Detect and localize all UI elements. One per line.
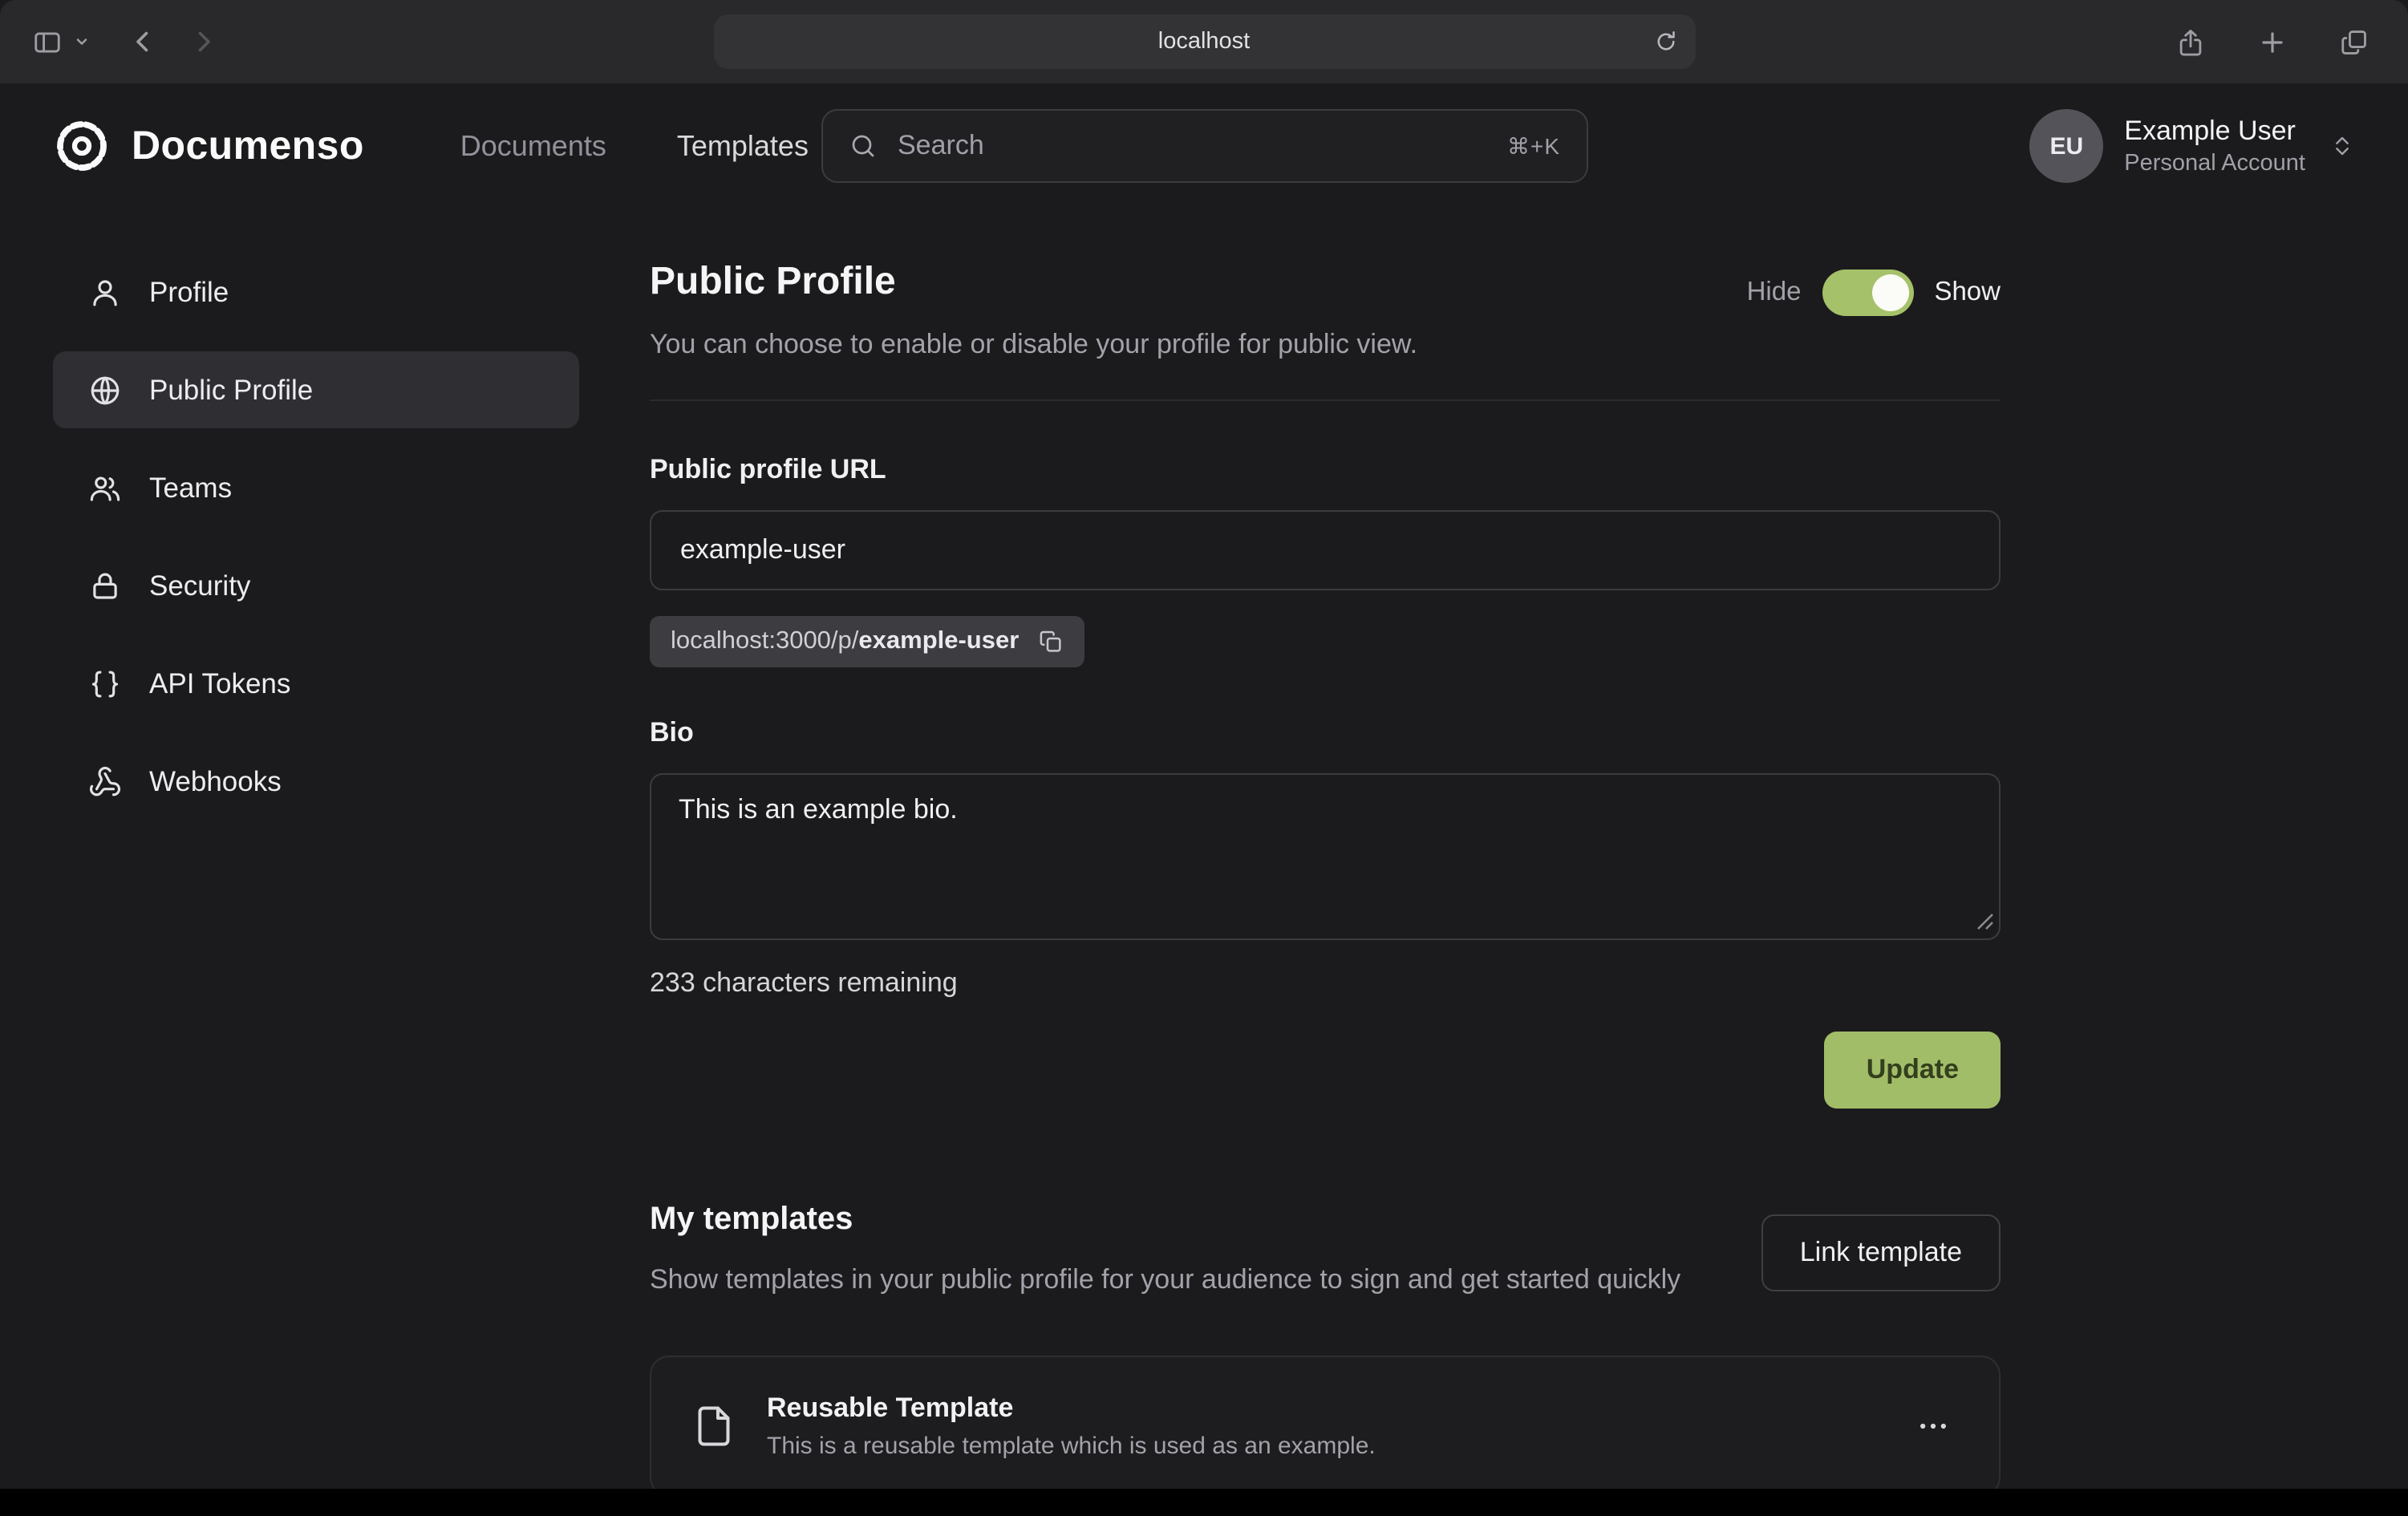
- toggle-knob: [1871, 274, 1908, 311]
- profile-url-preview: localhost:3000/p/example-user: [650, 616, 1084, 667]
- section-divider: [650, 399, 2001, 401]
- window-bottom-edge: [0, 1489, 2408, 1516]
- browser-window: localhost Documenso Do: [0, 0, 2408, 1516]
- share-icon[interactable]: [2166, 17, 2215, 67]
- resize-handle-icon[interactable]: [1976, 913, 1994, 930]
- nav-documents[interactable]: Documents: [460, 129, 606, 163]
- sidebar-item-public-profile[interactable]: Public Profile: [53, 351, 579, 428]
- template-name: Reusable Template: [767, 1393, 1376, 1425]
- app-header: Documenso Documents Templates ⌘+K EU Exa…: [0, 83, 2408, 209]
- nav-templates[interactable]: Templates: [677, 129, 809, 163]
- search-shortcut: ⌘+K: [1507, 132, 1560, 160]
- search-input[interactable]: [898, 130, 1486, 162]
- address-bar[interactable]: localhost: [713, 14, 1695, 69]
- avatar: EU: [2029, 109, 2103, 183]
- my-templates-description: Show templates in your public profile fo…: [650, 1259, 1680, 1302]
- my-templates-title: My templates: [650, 1202, 1680, 1238]
- profile-url-input[interactable]: [650, 510, 2001, 590]
- template-card: Reusable Template This is a reusable tem…: [650, 1356, 2001, 1489]
- globe-icon: [88, 373, 122, 407]
- ellipsis-icon[interactable]: [1906, 1400, 1960, 1454]
- search-icon: [848, 132, 877, 160]
- file-icon: [690, 1403, 738, 1451]
- profile-visibility-toggle[interactable]: [1822, 270, 1913, 316]
- url-preview-text: localhost:3000/p/example-user: [671, 627, 1019, 656]
- sidebar-item-label: Security: [149, 569, 250, 602]
- user-account-type: Personal Account: [2124, 148, 2305, 179]
- browser-toolbar: localhost: [0, 0, 2408, 83]
- user-name: Example User: [2124, 113, 2305, 148]
- visibility-control: Hide Show: [1747, 270, 2001, 316]
- sidebar-item-teams[interactable]: Teams: [53, 449, 579, 526]
- sidebar-item-label: Public Profile: [149, 373, 313, 407]
- new-tab-icon[interactable]: [2248, 17, 2297, 67]
- reload-icon[interactable]: [1650, 26, 1680, 57]
- bio-textarea[interactable]: This is an example bio.: [650, 773, 2001, 940]
- sidebar-item-label: Profile: [149, 275, 229, 309]
- template-description: This is a reusable template which is use…: [767, 1433, 1376, 1461]
- chevrons-up-down-icon: [2329, 133, 2355, 159]
- sidebar-item-webhooks[interactable]: Webhooks: [53, 743, 579, 820]
- sidebar-item-label: Teams: [149, 471, 232, 505]
- page-title: Public Profile: [650, 260, 1417, 305]
- documenso-logo[interactable]: Documenso: [53, 117, 364, 175]
- copy-icon[interactable]: [1038, 629, 1064, 655]
- sidebar-item-api-tokens[interactable]: API Tokens: [53, 645, 579, 722]
- back-icon[interactable]: [119, 18, 167, 66]
- sidebar-item-label: API Tokens: [149, 667, 290, 700]
- sidebar-item-profile[interactable]: Profile: [53, 253, 579, 330]
- lock-icon: [88, 569, 122, 602]
- user-icon: [88, 275, 122, 309]
- main-content: Public Profile You can choose to enable …: [650, 253, 2001, 1489]
- sidebar-toggle-icon[interactable]: [22, 17, 72, 67]
- bio-label: Bio: [650, 717, 2001, 749]
- link-template-button[interactable]: Link template: [1761, 1214, 2001, 1291]
- show-label: Show: [1934, 278, 2001, 308]
- characters-remaining: 233 characters remaining: [650, 967, 2001, 999]
- url-text: localhost: [1158, 29, 1250, 55]
- braces-icon: [88, 667, 122, 700]
- browser-nav-controls: [22, 17, 228, 67]
- settings-sidebar: Profile Public Profile Teams Security AP…: [53, 253, 579, 1489]
- tab-overview-icon[interactable]: [2329, 17, 2379, 67]
- page-content: Profile Public Profile Teams Security AP…: [0, 209, 2408, 1489]
- search-box[interactable]: ⌘+K: [821, 109, 1587, 183]
- sidebar-item-label: Webhooks: [149, 764, 282, 798]
- main-nav: Documents Templates: [460, 129, 809, 163]
- page-subtitle: You can choose to enable or disable your…: [650, 329, 1417, 361]
- browser-actions: [2166, 17, 2379, 67]
- update-button[interactable]: Update: [1825, 1032, 2001, 1109]
- sidebar-item-security[interactable]: Security: [53, 547, 579, 624]
- brand-name: Documenso: [132, 123, 364, 169]
- forward-icon[interactable]: [180, 18, 228, 66]
- sidebar-menu-chevron-icon[interactable]: [71, 30, 93, 53]
- profile-url-label: Public profile URL: [650, 454, 2001, 486]
- users-icon: [88, 471, 122, 505]
- user-menu[interactable]: EU Example User Personal Account: [2029, 109, 2355, 183]
- hide-label: Hide: [1747, 278, 1802, 308]
- documenso-logo-icon: [53, 117, 111, 175]
- webhook-icon: [88, 764, 122, 798]
